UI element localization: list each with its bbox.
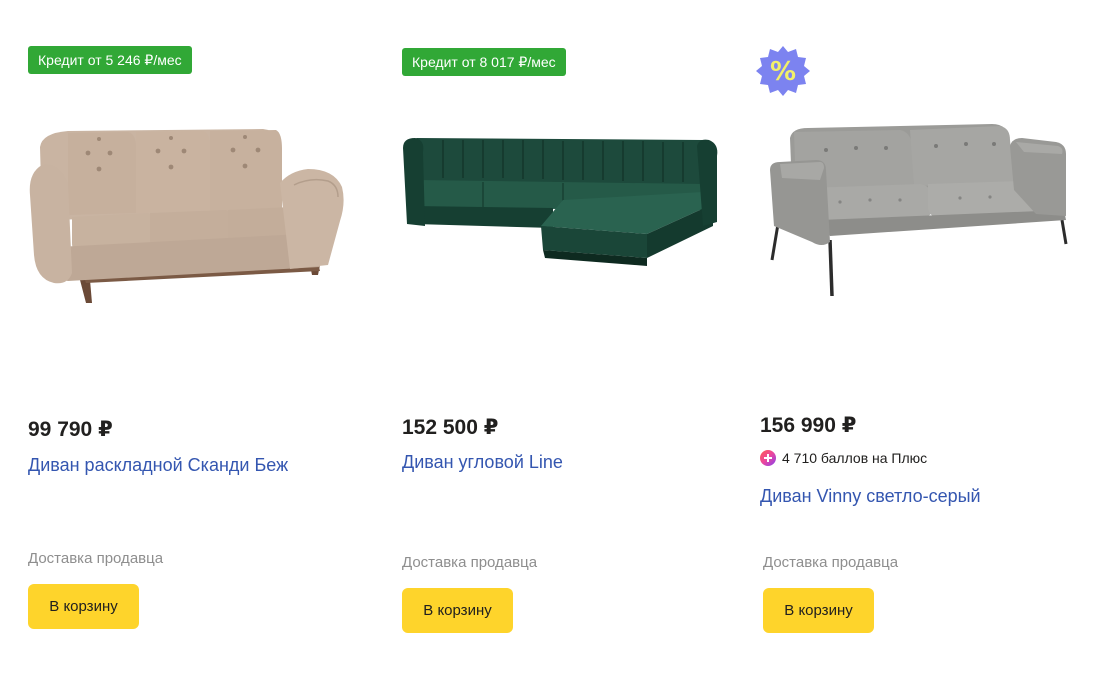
- product-price: 156 990 ₽: [760, 414, 857, 437]
- product-price: 99 790 ₽: [28, 418, 113, 441]
- plus-points-text: 4 710 баллов на Плюс: [782, 450, 928, 466]
- credit-badge: Кредит от 8 017 ₽/мес: [402, 48, 566, 76]
- product-card: Кредит от 8 017 ₽/мес 152 500 ₽ Диван уг…: [375, 0, 750, 674]
- percent-discount-icon: %: [756, 46, 810, 96]
- product-title-link[interactable]: Диван угловой Line: [402, 452, 563, 473]
- product-title-link[interactable]: Диван Vinny светло-серый: [760, 486, 981, 507]
- add-to-cart-button[interactable]: В корзину: [402, 588, 513, 633]
- credit-badge: Кредит от 5 246 ₽/мес: [28, 46, 192, 74]
- delivery-info: Доставка продавца: [763, 554, 899, 571]
- product-title-link[interactable]: Диван раскладной Сканди Беж: [28, 455, 288, 476]
- green-corner-sofa-photo[interactable]: [403, 130, 723, 280]
- delivery-info: Доставка продавца: [402, 554, 538, 571]
- product-card: Кредит от 5 246 ₽/мес 99 790 ₽ Диван рас…: [0, 0, 375, 674]
- product-card: % 156 990 ₽ 4 710 баллов на Плюс Диван V…: [750, 0, 1117, 674]
- product-price: 152 500 ₽: [402, 416, 499, 439]
- grey-sofa-photo[interactable]: [760, 120, 1082, 300]
- yandex-plus-icon: [760, 450, 776, 466]
- add-to-cart-button[interactable]: В корзину: [763, 588, 874, 633]
- delivery-info: Доставка продавца: [28, 550, 164, 567]
- plus-points-row: 4 710 баллов на Плюс: [760, 450, 927, 466]
- beige-sofa-photo[interactable]: [28, 125, 348, 305]
- svg-text:%: %: [770, 57, 796, 87]
- add-to-cart-button[interactable]: В корзину: [28, 584, 139, 629]
